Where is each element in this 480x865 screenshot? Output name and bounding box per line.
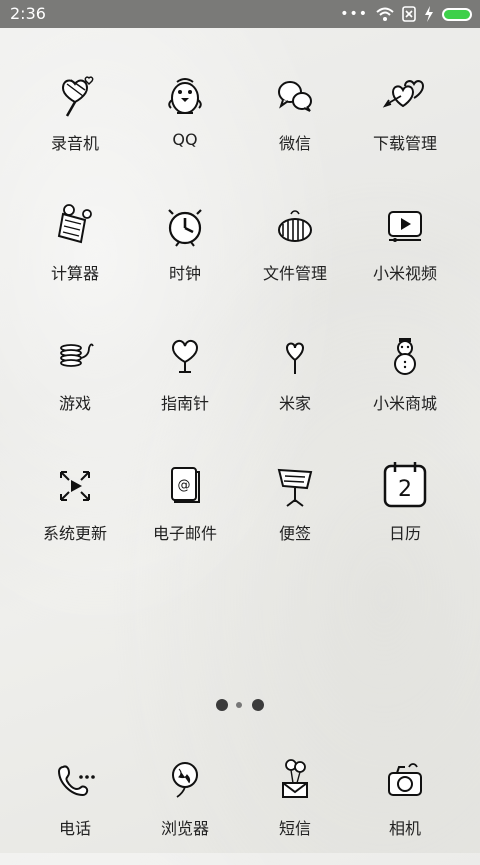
app-label: 指南针 [160,394,209,413]
no-sim-icon [402,6,416,22]
slinky-game-icon [60,343,94,367]
app-mijia[interactable]: 米家 [240,330,350,440]
page-dot-3[interactable] [252,699,264,711]
charging-icon [425,6,433,22]
svg-text:@: @ [178,478,191,493]
app-label: 短信 [278,819,311,838]
download-hearts-icon [382,80,425,108]
file-folder-icon [278,210,312,242]
app-email[interactable]: @ 电子邮件 [130,460,240,570]
page-dot-1[interactable] [216,699,228,711]
qq-penguin-icon [168,78,202,114]
app-label: 相机 [388,819,421,838]
lollipop-home-icon [285,342,305,374]
dock-camera[interactable]: 相机 [350,755,460,865]
calculator-icon [57,204,92,244]
alarm-clock-icon [168,209,202,247]
app-calculator[interactable]: 计算器 [20,200,130,310]
app-label: 浏览器 [160,819,209,838]
app-label: 小米视频 [372,264,437,283]
dock-messages[interactable]: 短信 [240,755,350,865]
video-play-icon [388,211,422,242]
app-system-update[interactable]: 系统更新 [20,460,130,570]
app-label: 录音机 [50,134,99,153]
app-label: 电话 [58,819,91,838]
update-arrows-icon [60,471,90,501]
music-stand-notes-icon [277,468,313,507]
app-label: 日历 [388,524,421,543]
app-label: QQ [172,130,198,149]
app-compass[interactable]: 指南针 [130,330,240,440]
page-indicator[interactable] [0,699,480,713]
app-label: 便签 [278,524,311,543]
status-bar: 2:36 ••• [0,0,480,28]
calendar-day-number: 2 [398,477,412,502]
dock-browser[interactable]: 浏览器 [130,755,240,865]
heart-compass-icon [171,340,199,373]
status-icons: ••• [340,5,472,23]
page-dot-2-current[interactable] [236,702,242,708]
phone-icon [57,765,95,797]
app-clock[interactable]: 时钟 [130,200,240,310]
microphone-icon [61,76,94,117]
app-notes[interactable]: 便签 [240,460,350,570]
app-qq[interactable]: QQ [130,70,240,180]
app-download-manager[interactable]: 下载管理 [350,70,460,180]
more-dots-icon: ••• [340,6,368,22]
app-label: 系统更新 [42,524,107,543]
app-label: 米家 [278,394,311,413]
status-time: 2:36 [10,4,46,23]
app-wechat[interactable]: 微信 [240,70,350,180]
wifi-icon [376,7,394,21]
app-label: 计算器 [50,264,99,283]
app-mi-store[interactable]: 小米商城 [350,330,460,440]
mail-balloons-icon [282,759,308,798]
app-games[interactable]: 游戏 [20,330,130,440]
camera-icon [388,763,422,796]
app-label: 下载管理 [372,134,437,153]
app-recorder[interactable]: 录音机 [20,70,130,180]
app-label: 文件管理 [262,264,327,283]
app-label: 微信 [278,134,311,153]
app-label: 时钟 [168,264,201,283]
globe-balloon-icon [172,762,198,798]
app-calendar[interactable]: 2 日历 [350,460,460,570]
app-label: 电子邮件 [152,524,217,543]
dock-phone[interactable]: 电话 [20,755,130,865]
app-label: 小米商城 [372,394,437,413]
snowman-store-icon [394,338,416,375]
wechat-bubbles-icon [278,81,312,112]
app-mi-video[interactable]: 小米视频 [350,200,460,310]
email-book-icon: @ [171,467,200,503]
app-label: 游戏 [58,394,91,413]
calendar-icon: 2 [383,462,427,508]
battery-icon [442,7,472,21]
app-file-manager[interactable]: 文件管理 [240,200,350,310]
